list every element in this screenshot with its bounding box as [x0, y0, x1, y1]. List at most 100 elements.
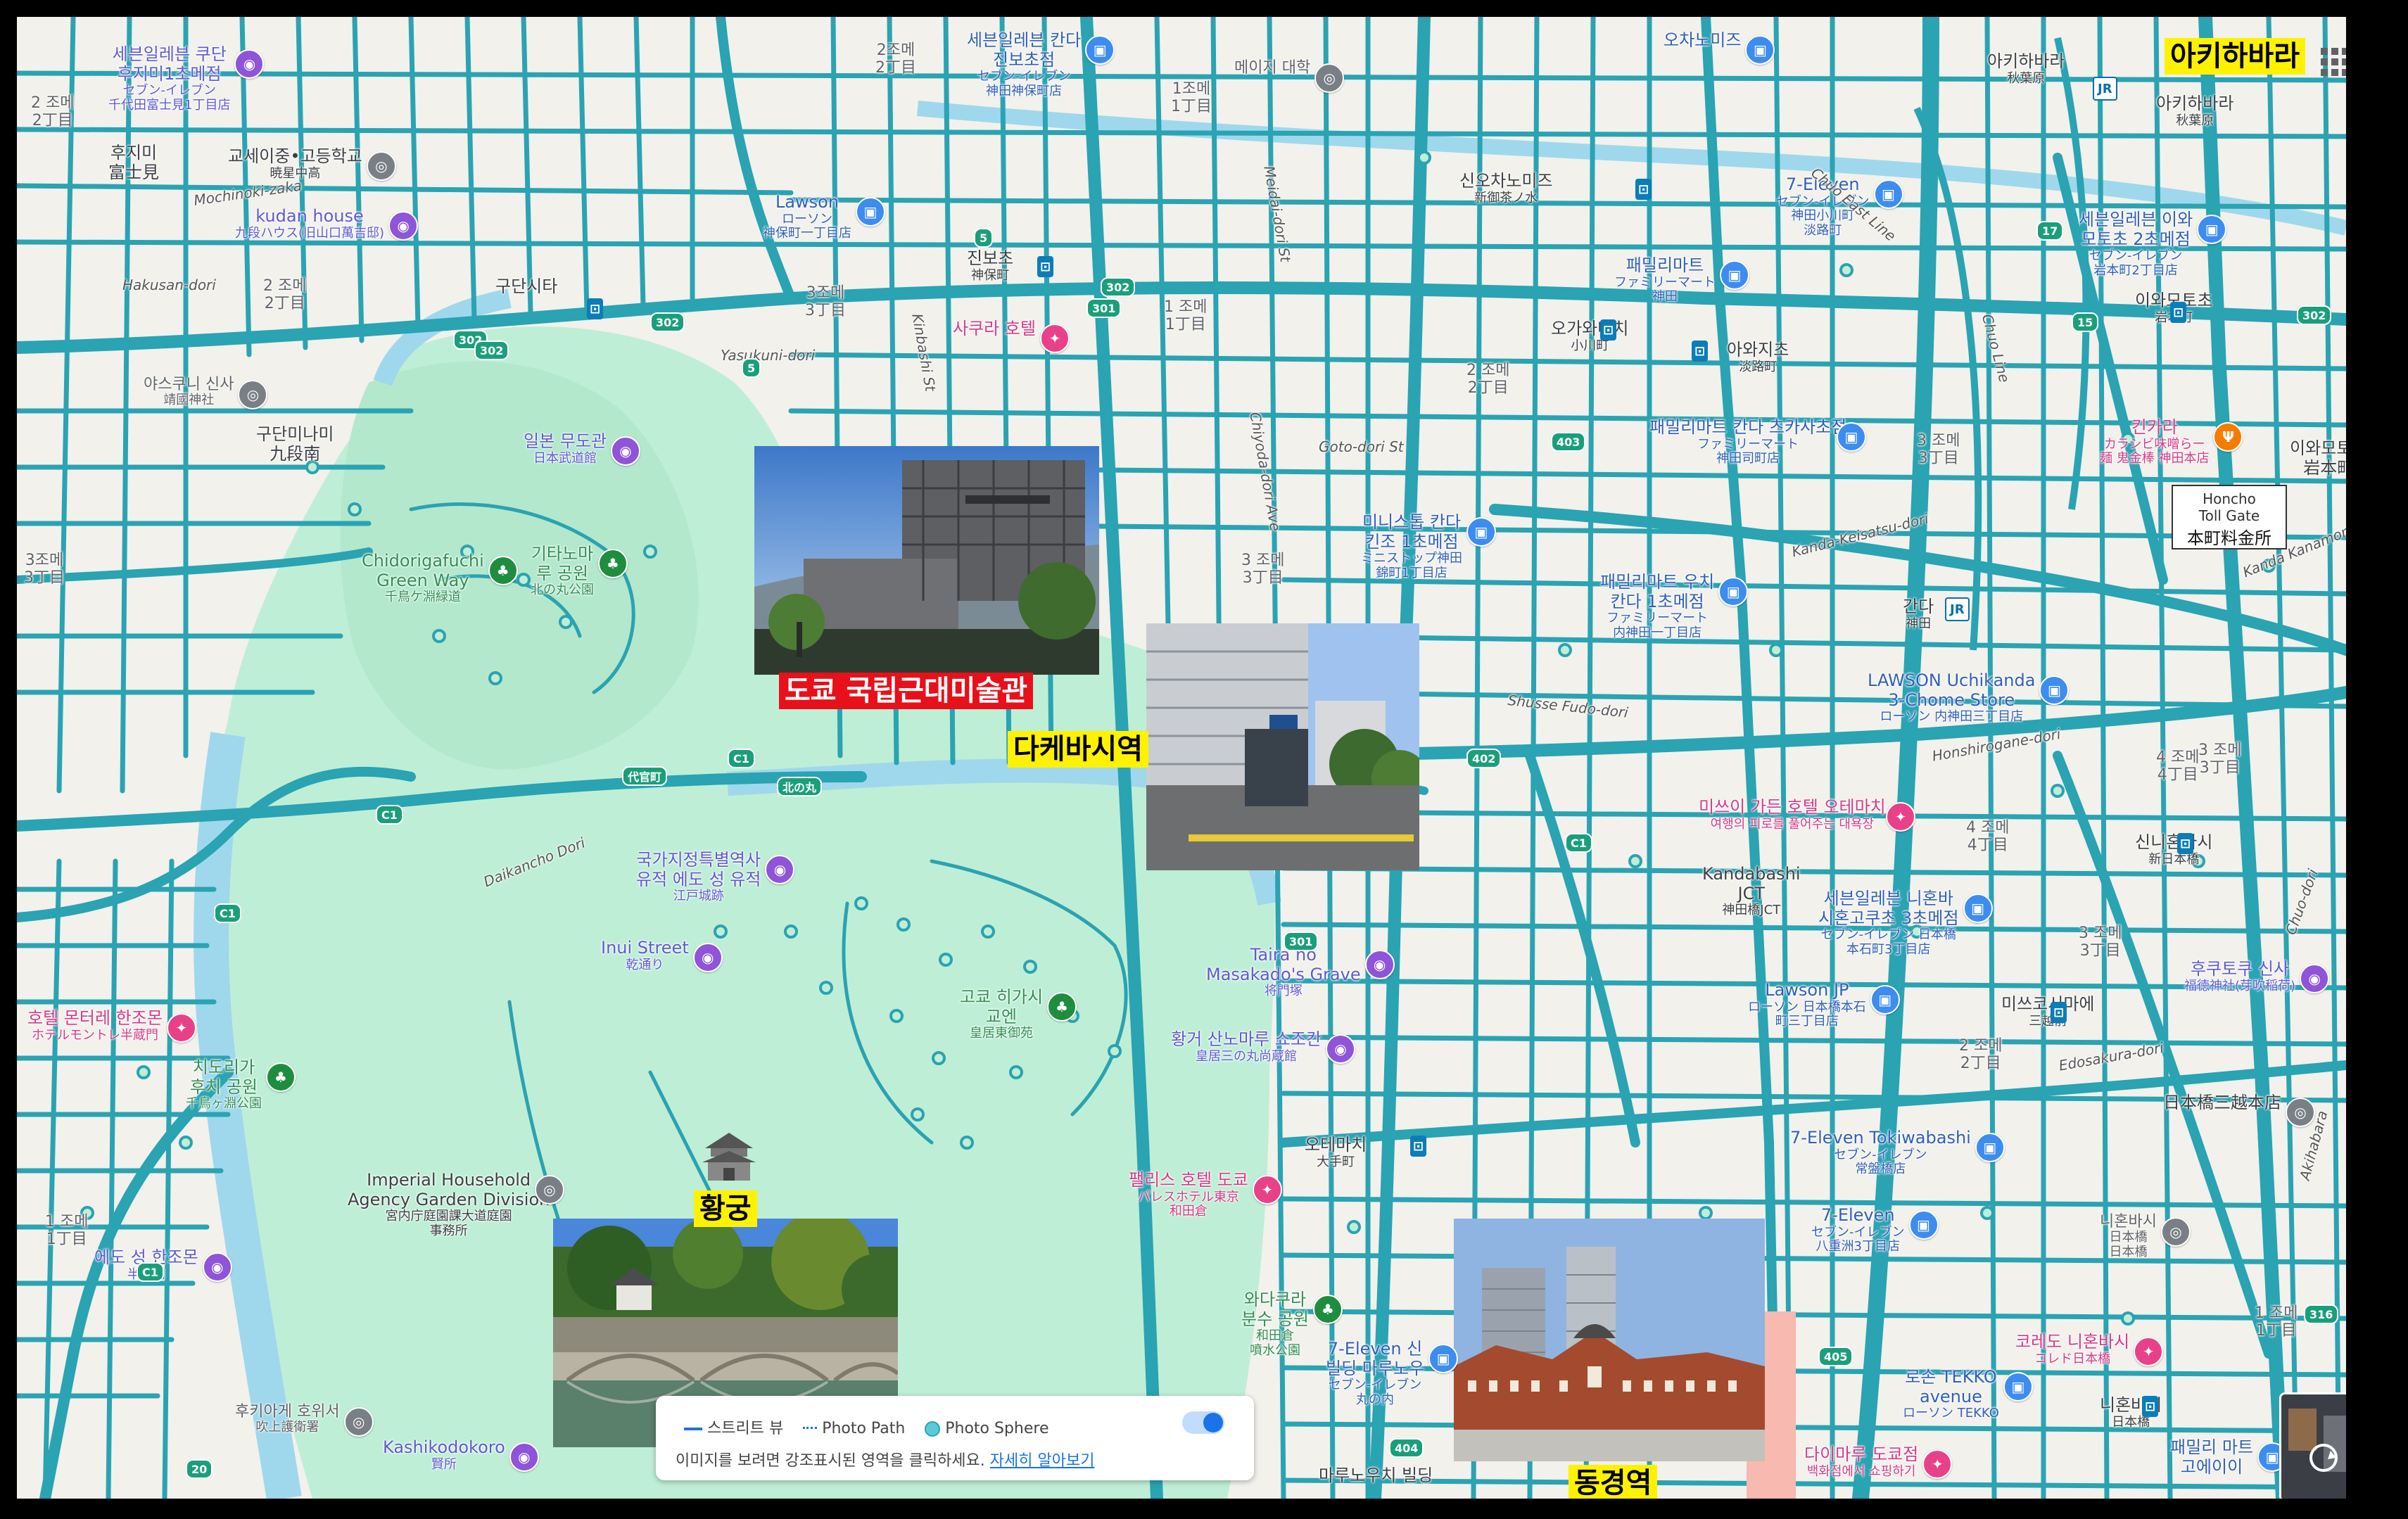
- place-label-seven-yaesu[interactable]: 7-Eleven セブン-イレブン 八重洲3丁目店: [1811, 1205, 1905, 1254]
- pink-poi-pin-icon[interactable]: ✦: [1886, 802, 1915, 832]
- map-canvas[interactable]: 도쿄 국립근대미술관 다케바시역 황궁 동경역 아키하바라 Honcho Tol…: [17, 17, 2346, 1499]
- place-label-lawson-jp[interactable]: Lawson JP ローソン 日本橋本石 町三丁目店: [1748, 980, 1866, 1029]
- blue-poi-pin-icon[interactable]: ▣: [1718, 577, 1749, 606]
- place-label-jinbocho-3[interactable]: 3조메 3丁目: [805, 284, 846, 320]
- purple-poi-pin-icon[interactable]: ◉: [2300, 964, 2330, 993]
- place-label-ministop[interactable]: 미니스톱 칸다 킨조 1초메점 ミニストップ神田 錦町1丁目店: [1361, 512, 1462, 581]
- place-label-wadakura[interactable]: 와다쿠라 분수 공원 和田倉 噴水公園: [1241, 1290, 1309, 1359]
- blue-poi-pin-icon[interactable]: ▣: [1720, 260, 1749, 290]
- station-marker-icon[interactable]: ⊡: [2142, 1396, 2159, 1417]
- place-label-seven-eleven-kudan[interactable]: 세븐일레븐 쿠단 후지미1초메점 セブン-イレブン 千代田富士見1丁目店: [108, 44, 230, 113]
- green-poi-pin-icon[interactable]: ♣: [266, 1062, 296, 1092]
- pink-poi-pin-icon[interactable]: ✦: [1040, 324, 1070, 353]
- place-label-akihabara-jr2[interactable]: 아키하바라 秋葉原: [2156, 94, 2233, 128]
- blue-poi-pin-icon[interactable]: ▣: [1870, 985, 1900, 1015]
- purple-poi-pin-icon[interactable]: ◉: [692, 943, 723, 972]
- blue-poi-pin-icon[interactable]: ▣: [1963, 894, 1993, 923]
- place-label-kanda[interactable]: 간다 神田: [1903, 597, 1934, 631]
- place-label-gyosei[interactable]: 교세이중•고등학교 暁星中高: [228, 146, 362, 181]
- place-label-awajicho[interactable]: 아와지초 淡路町: [1727, 340, 1789, 374]
- station-marker-icon[interactable]: ⊡: [1037, 256, 1054, 277]
- place-label-jinbocho[interactable]: 진보초 神保町: [967, 248, 1013, 283]
- blue-poi-pin-icon[interactable]: ▣: [856, 197, 885, 227]
- place-label-fujimi[interactable]: 후지미 富士見: [108, 143, 159, 182]
- station-marker-icon[interactable]: ⊡: [2051, 1002, 2067, 1023]
- purple-poi-pin-icon[interactable]: ◉: [202, 1252, 232, 1282]
- place-label-iwamotocho-3[interactable]: 3 조메 3丁目: [2198, 742, 2241, 777]
- purple-poi-pin-icon[interactable]: ◉: [509, 1442, 539, 1472]
- place-label-kanda-3[interactable]: 3 조메 3丁目: [1917, 432, 1960, 468]
- place-label-seven-iwamotocho[interactable]: 세븐일레븐 이와 모토초 2초메점 セブン-イレブン 岩本町2丁目店: [2079, 210, 2193, 279]
- place-label-seven-tokiwabashi[interactable]: 7-Eleven Tokiwabashi セブン-イレブン 常盤橋店: [1790, 1128, 1971, 1177]
- place-label-kojimachi-1[interactable]: 1 조메 1丁目: [45, 1213, 88, 1249]
- street-view-thumbnail[interactable]: [2279, 1392, 2346, 1499]
- station-marker-icon[interactable]: JR: [1945, 597, 1970, 621]
- place-label-kanda-1[interactable]: 1조메 1丁目: [1171, 80, 1212, 116]
- takebashi-photo[interactable]: [1146, 623, 1419, 870]
- place-label-shin-nihonbashi[interactable]: 신니혼바시 新日本橋: [2135, 832, 2212, 867]
- place-label-kokyo-higashi-gyoen[interactable]: 국가지정특별역사 유적 에도 성 유적 江戸城跡: [636, 850, 761, 904]
- blue-poi-pin-icon[interactable]: ▣: [1466, 517, 1496, 547]
- honcho-toll-gate-box[interactable]: Honcho Toll Gate 本町料金所: [2172, 485, 2287, 549]
- place-label-seven-eleven-building[interactable]: 7-Eleven 신 빌딩 마루노우 セブン-イレブン 丸の内: [1326, 1339, 1424, 1408]
- purple-poi-pin-icon[interactable]: ◉: [1325, 1034, 1355, 1064]
- green-poi-pin-icon[interactable]: ♣: [488, 556, 518, 585]
- place-label-muromachi-4b[interactable]: 4 조메 4丁目: [1966, 819, 2009, 855]
- purple-poi-pin-icon[interactable]: ◉: [388, 211, 419, 241]
- place-label-iwamotocho[interactable]: 이와모토초 岩本町: [2290, 438, 2346, 478]
- blue-poi-pin-icon[interactable]: ▣: [1873, 179, 1903, 209]
- place-label-mitsui-garden[interactable]: 미쓰이 가든 호텔 오테마치 여행의 피로를 풀어주는 대욕장: [1699, 797, 1886, 832]
- green-poi-pin-icon[interactable]: ♣: [1047, 992, 1077, 1022]
- purple-poi-pin-icon[interactable]: ◉: [1364, 950, 1395, 979]
- apps-grid-icon[interactable]: [2317, 44, 2346, 76]
- place-label-coredo[interactable]: 코레도 니혼바시 コレド日本橋: [2015, 1332, 2129, 1366]
- place-label-muromachi-3[interactable]: 3 조메 3丁目: [2079, 924, 2122, 960]
- place-label-lawson-tekko[interactable]: 로손 TEKKO avenue ローソン TEKKO: [1903, 1367, 1999, 1421]
- place-label-jinbocho-1[interactable]: 1 조메 1丁目: [1164, 298, 1207, 334]
- momat-photo[interactable]: [754, 446, 1099, 675]
- station-marker-icon[interactable]: ⊡: [2170, 302, 2187, 323]
- place-label-kinkara[interactable]: 킨카라 カラシビ味噌らー 麺 鬼金棒 神田本店: [2100, 417, 2209, 466]
- place-label-seven-nihonbashi[interactable]: 세븐일레븐 니혼바 시혼고쿠초 3초메점 セブン-イレブン 日本橋 本石町3丁目店: [1818, 889, 1959, 958]
- station-marker-icon[interactable]: ⊡: [587, 298, 604, 319]
- place-label-chidori-park[interactable]: 치도리가 후치 공원 千鳥ヶ淵公園: [186, 1057, 262, 1112]
- green-poi-pin-icon[interactable]: ♣: [1312, 1295, 1343, 1324]
- place-label-imperial-household[interactable]: Imperial Household Agency Garden Divisio…: [348, 1170, 550, 1239]
- place-label-kanda-2[interactable]: 2 조메 2丁目: [1466, 362, 1509, 398]
- place-label-budokan[interactable]: 일본 무도관 日本武道館: [524, 431, 607, 466]
- place-label-sakura-bookstore[interactable]: 사쿠라 호텔: [953, 319, 1036, 339]
- blue-poi-pin-icon[interactable]: ▣: [1085, 35, 1115, 65]
- place-label-yasukuni[interactable]: 야스쿠니 신사 靖國神社: [144, 376, 234, 408]
- place-label-otemachi[interactable]: 오테마치 大手町: [1305, 1135, 1367, 1169]
- place-label-inui[interactable]: Inui Street 乾通り: [601, 938, 689, 972]
- place-label-hotel-monterey[interactable]: 호텔 몬터레 한조몬 ホテルモントレ半蔵門: [27, 1008, 163, 1043]
- place-label-shin-ochanomizu[interactable]: 신오차노미즈 新御茶ノ水: [1459, 171, 1552, 205]
- place-label-nihonbashi-1[interactable]: 1 조메 1丁目: [2255, 1304, 2298, 1340]
- place-label-muromachi-2[interactable]: 2 조메 2丁目: [1959, 1037, 2002, 1073]
- place-label-marunouchi[interactable]: 마루노우치 빌딩: [1319, 1466, 1433, 1486]
- place-label-familymart-ekimae[interactable]: 패밀리 마트 고에이이: [2170, 1437, 2253, 1477]
- place-label-kudanshita[interactable]: 구단시타: [495, 277, 557, 297]
- place-label-kitanomaru[interactable]: 기타노마 루 공원 北の丸公園: [531, 544, 594, 598]
- place-label-kashikodokoro[interactable]: Kashikodokoro 賢所: [383, 1437, 505, 1472]
- place-label-jinbocho-2[interactable]: 2조메 2丁目: [875, 42, 916, 77]
- place-label-fujimi-2[interactable]: 2 조메 2丁目: [31, 94, 74, 130]
- pink-poi-pin-icon[interactable]: ✦: [1922, 1449, 1953, 1479]
- place-label-bancho-3[interactable]: 3조메 3丁目: [24, 552, 65, 587]
- gray-poi-pin-icon[interactable]: ◎: [1314, 63, 1345, 93]
- tokyo-station-photo[interactable]: [1454, 1219, 1765, 1461]
- place-label-kokyo-higashi[interactable]: 고쿄 히가시 교엔 皇居東御苑: [960, 987, 1043, 1041]
- place-label-familymart-kanda[interactable]: 패밀리마트 ファミリーマート 神田: [1614, 255, 1716, 305]
- blue-poi-pin-icon[interactable]: ▣: [1837, 422, 1866, 452]
- place-label-muromachi-4[interactable]: 4 조메 4丁目: [2156, 749, 2199, 784]
- place-label-mitsukoshimae[interactable]: 미쓰코시마에 三越前: [2001, 994, 2094, 1029]
- blue-poi-pin-icon[interactable]: ▣: [2003, 1372, 2033, 1402]
- place-label-nihonbashi-bridge[interactable]: 니혼바시 日本橋 日本橋: [2100, 1213, 2157, 1260]
- gray-poi-pin-icon[interactable]: ◎: [2160, 1217, 2191, 1247]
- place-label-akihabara-jr[interactable]: 아키하바라 秋葉原: [1987, 51, 2065, 86]
- place-label-kudanminami[interactable]: 구단미나미 九段南: [256, 424, 334, 464]
- station-marker-icon[interactable]: ⊡: [2177, 833, 2194, 854]
- blue-poi-pin-icon[interactable]: ▣: [1975, 1133, 2005, 1162]
- place-label-familymart-tsukasa[interactable]: 패밀리마트 칸다 츠카사초점 ファミリーマート 神田司町店: [1649, 417, 1846, 466]
- learn-more-link[interactable]: 자세히 알아보기: [990, 1452, 1095, 1470]
